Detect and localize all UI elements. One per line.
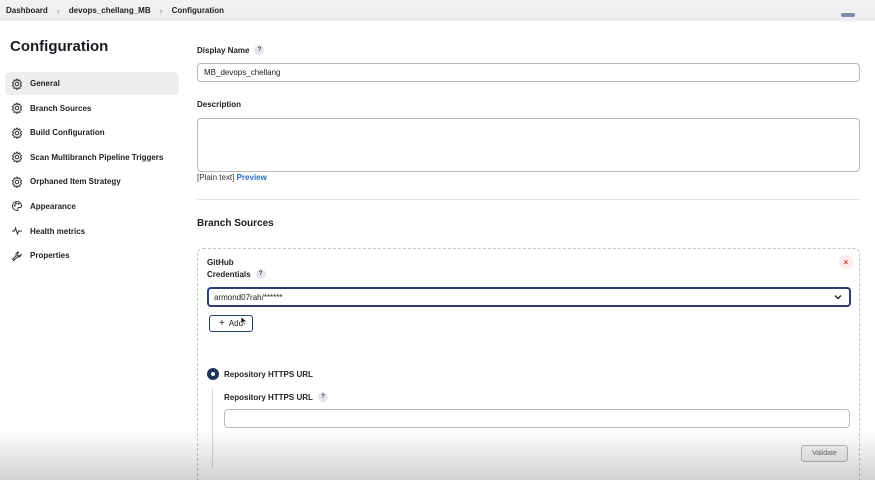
breadcrumb-project[interactable]: devops_chellang_MB [69, 6, 151, 15]
breadcrumb: Dashboard › devops_chellang_MB › Configu… [0, 0, 875, 21]
plus-icon: + [218, 318, 225, 329]
wrench-icon [11, 250, 23, 262]
display-name-value: MB_devops_chellang [204, 68, 281, 77]
description-label: Description [197, 100, 241, 109]
display-name-label: Display Name ? [197, 45, 265, 55]
validate-button[interactable]: Validate [801, 445, 848, 462]
page-title: Configuration [10, 38, 109, 55]
pulse-icon [11, 225, 23, 237]
help-icon[interactable]: ? [254, 45, 265, 55]
sidebar-item-scan-triggers[interactable]: Scan Multibranch Pipeline Triggers [5, 146, 179, 169]
branch-sources-title: Branch Sources [197, 218, 274, 229]
sidebar-item-general[interactable]: General [5, 72, 179, 95]
sidebar-item-label: Orphaned Item Strategy [30, 177, 121, 187]
gear-icon [11, 175, 23, 188]
github-source-title: GitHub [207, 258, 234, 267]
repository-url-input[interactable] [224, 409, 850, 428]
sidebar-item-label: Branch Sources [30, 103, 92, 113]
sidebar-item-label: General [30, 79, 60, 88]
chevron-down-icon [834, 295, 842, 300]
description-label-text: Description [197, 100, 242, 109]
sidebar-item-label: Health metrics [30, 226, 86, 236]
credentials-value: armond07rah/****** [214, 292, 283, 302]
repository-url-radio-label: Repository HTTPS URL [224, 370, 313, 379]
description-textarea[interactable] [197, 118, 860, 172]
credentials-select[interactable]: armond07rah/****** [207, 287, 851, 307]
sidebar-item-label: Scan Multibranch Pipeline Triggers [30, 152, 164, 162]
mouse-cursor-icon [240, 316, 248, 326]
sidebar-item-label: Build Configuration [30, 128, 105, 138]
sidebar-item-build-configuration[interactable]: Build Configuration [5, 121, 179, 144]
breadcrumb-configuration[interactable]: Configuration [172, 6, 224, 15]
sidebar-item-properties[interactable]: Properties [5, 244, 179, 267]
display-name-label-text: Display Name [197, 45, 250, 55]
sidebar-item-appearance[interactable]: Appearance [5, 195, 179, 218]
repository-url-label-text: Repository HTTPS URL [224, 392, 313, 402]
sidebar-item-label: Appearance [30, 201, 76, 211]
gear-icon [11, 126, 23, 139]
gear-icon [11, 102, 23, 115]
chevron-right-icon: › [56, 5, 60, 16]
gear-icon [11, 151, 23, 164]
sidebar-item-label: Properties [30, 251, 70, 261]
gear-icon [11, 77, 23, 90]
format-hint: [Plain text] Preview [197, 173, 267, 182]
help-icon[interactable]: ? [255, 269, 266, 279]
nested-indent-line [212, 388, 213, 468]
sidebar-item-branch-sources[interactable]: Branch Sources [5, 97, 179, 120]
display-name-input[interactable]: MB_devops_chellang [197, 63, 860, 82]
sidebar-item-health-metrics[interactable]: Health metrics [5, 220, 179, 243]
credentials-label: Credentials ? [207, 269, 266, 279]
section-divider [197, 199, 860, 200]
sidebar: General Branch Sources Build Configurati… [5, 72, 179, 269]
close-icon[interactable]: × [839, 255, 853, 269]
chevron-right-icon: › [159, 5, 163, 16]
sidebar-item-orphaned-strategy[interactable]: Orphaned Item Strategy [5, 170, 179, 193]
repository-url-radio[interactable] [207, 368, 219, 380]
repository-url-label: Repository HTTPS URL ? [224, 392, 328, 402]
corner-indicator [841, 13, 855, 17]
palette-icon [11, 200, 23, 212]
plain-text-label: [Plain text] [197, 173, 235, 182]
help-icon[interactable]: ? [317, 392, 328, 402]
github-source-panel [197, 248, 860, 480]
credentials-label-text: Credentials [207, 269, 251, 279]
breadcrumb-dashboard[interactable]: Dashboard [6, 6, 48, 15]
preview-link[interactable]: Preview [237, 173, 267, 182]
